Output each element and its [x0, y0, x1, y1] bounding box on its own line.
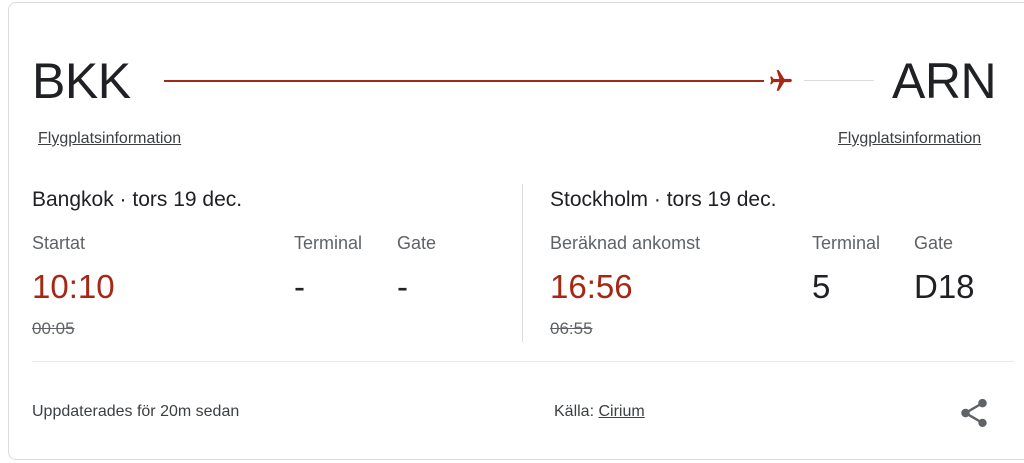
source-link[interactable]: Cirium — [598, 403, 644, 420]
arrival-airport-code: ARN — [892, 53, 997, 109]
arrival-header: Stockholm · tors 19 dec. — [550, 188, 777, 211]
arrival-status-label: Beräknad ankomst — [550, 233, 701, 253]
arrival-gate-label: Gate — [914, 233, 954, 253]
route-remaining-line — [804, 80, 874, 81]
departure-status-label: Startat — [32, 233, 86, 253]
departure-gate-label: Gate — [397, 233, 437, 253]
column-divider — [522, 184, 523, 342]
departure-terminal-label: Terminal — [294, 233, 363, 253]
departure-airport-info-link[interactable]: Flygplatsinformation — [38, 130, 181, 148]
arrival-airport-info-link[interactable]: Flygplatsinformation — [838, 130, 981, 148]
departure-time: 10:10 — [32, 268, 115, 305]
arrival-time: 16:56 — [550, 268, 633, 305]
flight-status-card — [8, 2, 1024, 460]
airplane-icon — [770, 70, 792, 91]
route-progress-line — [164, 80, 764, 82]
share-icon[interactable] — [957, 395, 991, 431]
departure-header: Bangkok · tors 19 dec. — [32, 188, 243, 211]
source-label: Källa: — [554, 403, 595, 420]
source-attribution: Källa: Cirium — [554, 403, 645, 421]
arrival-gate: D18 — [914, 268, 975, 305]
footer-divider — [32, 361, 1014, 362]
departure-airport-code: BKK — [32, 53, 131, 109]
departure-terminal: - — [294, 268, 305, 305]
arrival-scheduled-time: 06:55 — [550, 319, 593, 338]
departure-scheduled-time: 00:05 — [32, 319, 75, 338]
arrival-terminal-label: Terminal — [812, 233, 881, 253]
arrival-terminal: 5 — [812, 268, 831, 305]
departure-gate: - — [397, 268, 408, 305]
last-updated-text: Uppdaterades för 20m sedan — [32, 403, 240, 420]
